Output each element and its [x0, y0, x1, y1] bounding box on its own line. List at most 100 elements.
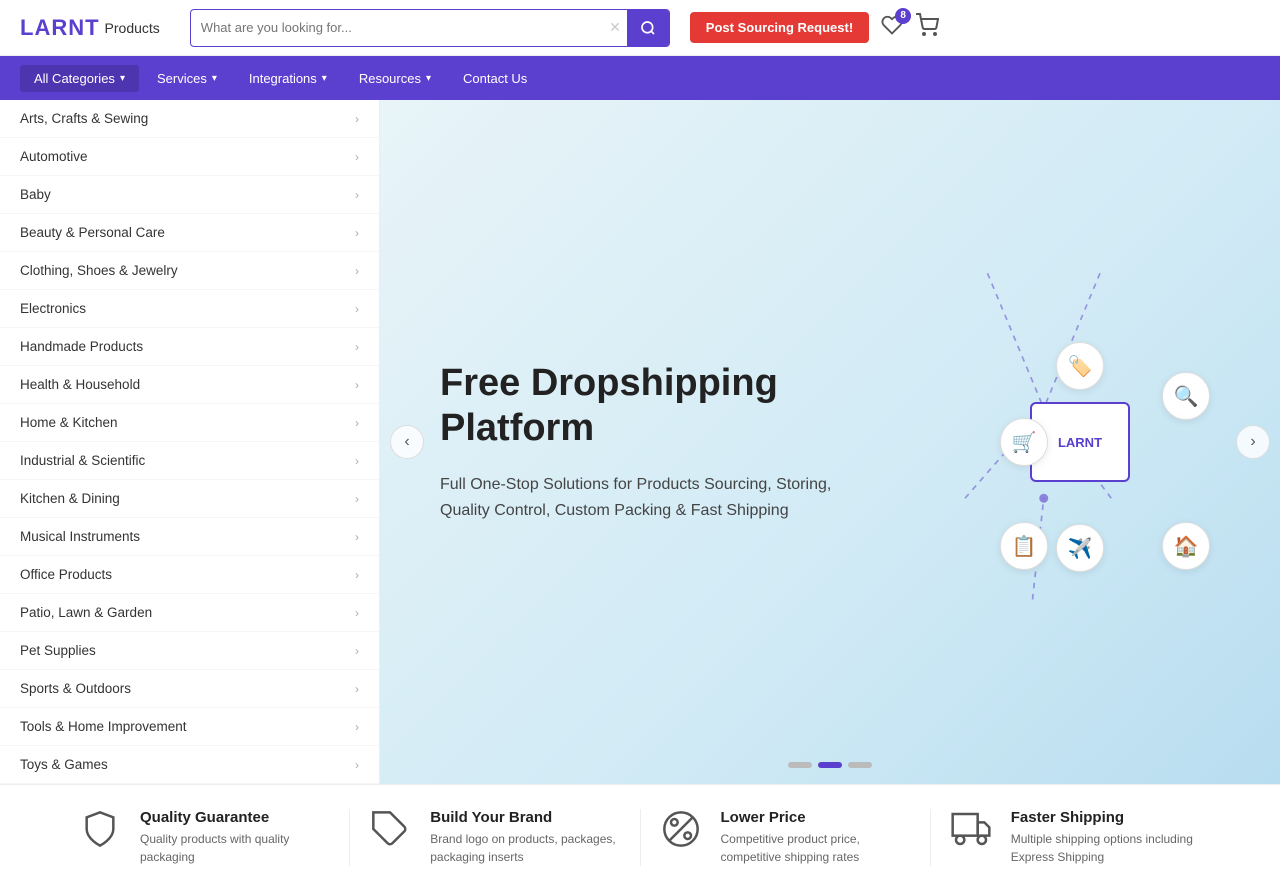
- sidebar-item-11[interactable]: Musical Instruments›: [0, 518, 379, 556]
- hero-subtitle: Full One-Stop Solutions for Products Sou…: [440, 472, 840, 523]
- sidebar-item-13[interactable]: Patio, Lawn & Garden ›: [0, 594, 379, 632]
- nav-item-services[interactable]: Services ▾: [143, 65, 231, 92]
- shield-icon: [80, 809, 124, 858]
- sidebar-item-label: Handmade Products: [20, 339, 143, 354]
- sidebar-item-14[interactable]: Pet Supplies ›: [0, 632, 379, 670]
- logo[interactable]: LARNT Products: [20, 15, 160, 41]
- search-icon-circle: 🔍: [1162, 372, 1210, 420]
- sidebar-item-12[interactable]: Office Products›: [0, 556, 379, 594]
- carousel-dot-3[interactable]: [848, 762, 872, 768]
- sidebar-item-label: Patio, Lawn & Garden: [20, 605, 152, 620]
- chevron-right-icon: ›: [355, 302, 359, 316]
- hero-banner: Free Dropshipping Platform Full One-Stop…: [380, 100, 1280, 784]
- nav-item-contact[interactable]: Contact Us: [449, 65, 541, 92]
- sidebar: Arts, Crafts & Sewing›Automotive›Baby›Be…: [0, 100, 380, 784]
- chevron-down-icon: ▾: [120, 73, 125, 84]
- tag-icon-circle: 🏷️: [1056, 342, 1104, 390]
- sidebar-item-15[interactable]: Sports & Outdoors›: [0, 670, 379, 708]
- search-input[interactable]: [191, 20, 603, 35]
- sidebar-item-5[interactable]: Electronics ›: [0, 290, 379, 328]
- nav-item-integrations[interactable]: Integrations ▾: [235, 65, 341, 92]
- nav-item-all-categories[interactable]: All Categories ▾: [20, 65, 139, 92]
- features-bar: Quality Guarantee Quality products with …: [0, 784, 1280, 890]
- integrations-label: Integrations: [249, 71, 317, 86]
- feature-text: Build Your Brand Brand logo on products,…: [430, 809, 619, 866]
- sidebar-item-9[interactable]: Industrial & Scientific›: [0, 442, 379, 480]
- header: LARNT Products ✕ Post Sourcing Request! …: [0, 0, 1280, 56]
- feature-item-1: Build Your Brand Brand logo on products,…: [350, 809, 640, 866]
- sidebar-item-8[interactable]: Home & Kitchen ›: [0, 404, 379, 442]
- chevron-right-icon: ›: [355, 454, 359, 468]
- main-layout: Arts, Crafts & Sewing›Automotive›Baby›Be…: [0, 100, 1280, 784]
- chevron-right-icon: ›: [355, 378, 359, 392]
- house-icon-circle: 🏠: [1162, 522, 1210, 570]
- wishlist-button[interactable]: 8: [881, 14, 903, 42]
- feature-text: Faster Shipping Multiple shipping option…: [1011, 809, 1200, 866]
- chevron-right-icon: ›: [355, 264, 359, 278]
- feature-desc: Competitive product price, competitive s…: [721, 830, 910, 866]
- feature-item-2: Lower Price Competitive product price, c…: [641, 809, 931, 866]
- feature-desc: Brand logo on products, packages, packag…: [430, 830, 619, 866]
- sidebar-item-label: Electronics: [20, 301, 86, 316]
- sidebar-item-4[interactable]: Clothing, Shoes & Jewelry›: [0, 252, 379, 290]
- carousel-next-button[interactable]: ›: [1236, 425, 1270, 459]
- carousel-dots: [788, 762, 872, 768]
- carousel-prev-button[interactable]: ‹: [390, 425, 424, 459]
- resources-label: Resources: [359, 71, 421, 86]
- carousel-dot-1[interactable]: [788, 762, 812, 768]
- sidebar-item-label: Automotive: [20, 149, 88, 164]
- cart-icon-circle: 🛒: [1000, 418, 1048, 466]
- cart-button[interactable]: [915, 13, 939, 43]
- search-button[interactable]: [627, 9, 669, 47]
- chevron-down-icon: ▾: [322, 73, 327, 84]
- sidebar-item-16[interactable]: Tools & Home Improvement›: [0, 708, 379, 746]
- chevron-right-icon: ›: [355, 340, 359, 354]
- sidebar-item-label: Kitchen & Dining: [20, 491, 120, 506]
- chevron-down-icon: ▾: [212, 73, 217, 84]
- feature-desc: Quality products with quality packaging: [140, 830, 329, 866]
- chevron-right-icon: ›: [355, 226, 359, 240]
- sidebar-item-7[interactable]: Health & Household ›: [0, 366, 379, 404]
- feature-title: Lower Price: [721, 809, 910, 826]
- post-sourcing-button[interactable]: Post Sourcing Request!: [690, 12, 869, 43]
- clipboard-icon-circle: 📋: [1000, 522, 1048, 570]
- services-label: Services: [157, 71, 207, 86]
- feature-title: Faster Shipping: [1011, 809, 1200, 826]
- feature-item-0: Quality Guarantee Quality products with …: [60, 809, 350, 866]
- feature-item-3: Faster Shipping Multiple shipping option…: [931, 809, 1220, 866]
- sidebar-item-1[interactable]: Automotive ›: [0, 138, 379, 176]
- feature-text: Lower Price Competitive product price, c…: [721, 809, 910, 866]
- chevron-right-icon: ›: [355, 644, 359, 658]
- chevron-right-icon: ›: [355, 150, 359, 164]
- feature-title: Build Your Brand: [430, 809, 619, 826]
- chevron-right-icon: ›: [355, 492, 359, 506]
- chevron-right-icon: ›: [355, 188, 359, 202]
- sidebar-item-label: Toys & Games: [20, 757, 108, 772]
- logo-brand: LARNT: [20, 15, 100, 41]
- sidebar-item-label: Office Products: [20, 567, 112, 582]
- sidebar-item-label: Baby: [20, 187, 51, 202]
- sidebar-item-6[interactable]: Handmade Products ›: [0, 328, 379, 366]
- hero-title: Free Dropshipping Platform: [440, 361, 840, 452]
- search-icon: [640, 20, 656, 36]
- sidebar-item-2[interactable]: Baby ›: [0, 176, 379, 214]
- sidebar-item-label: Home & Kitchen: [20, 415, 118, 430]
- logo-sub: Products: [105, 20, 160, 36]
- chevron-right-icon: ›: [355, 758, 359, 772]
- chevron-down-icon: ▾: [426, 73, 431, 84]
- sidebar-item-label: Health & Household: [20, 377, 140, 392]
- sidebar-item-10[interactable]: Kitchen & Dining ›: [0, 480, 379, 518]
- feature-desc: Multiple shipping options including Expr…: [1011, 830, 1200, 866]
- sidebar-item-3[interactable]: Beauty & Personal Care›: [0, 214, 379, 252]
- navbar: All Categories ▾ Services ▾ Integrations…: [0, 56, 1280, 100]
- chevron-right-icon: ›: [355, 416, 359, 430]
- clear-icon[interactable]: ✕: [603, 19, 627, 36]
- sidebar-item-label: Pet Supplies: [20, 643, 96, 658]
- cart-icon: [915, 13, 939, 37]
- sidebar-item-17[interactable]: Toys & Games ›: [0, 746, 379, 784]
- percent-icon: [661, 809, 705, 858]
- nav-item-resources[interactable]: Resources ▾: [345, 65, 445, 92]
- carousel-dot-2[interactable]: [818, 762, 842, 768]
- chevron-right-icon: ›: [355, 606, 359, 620]
- sidebar-item-0[interactable]: Arts, Crafts & Sewing›: [0, 100, 379, 138]
